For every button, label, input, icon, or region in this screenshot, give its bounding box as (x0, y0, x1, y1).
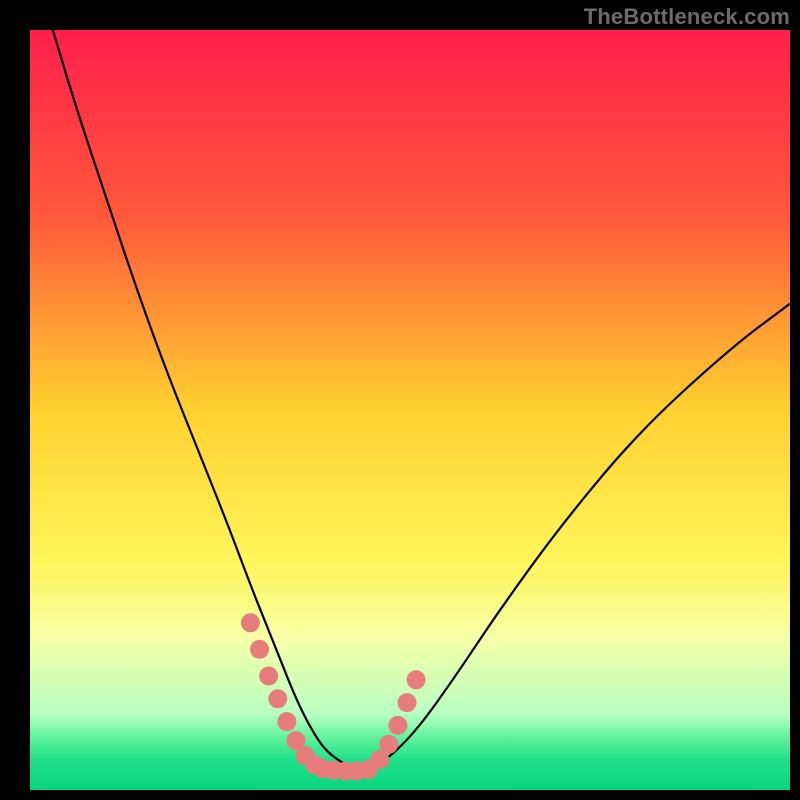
highlight-dot (241, 613, 260, 632)
watermark-text: TheBottleneck.com (584, 4, 790, 30)
highlight-dot (259, 667, 278, 686)
highlight-dot (407, 670, 426, 689)
highlight-dot (277, 712, 296, 731)
highlight-dot (250, 640, 269, 659)
highlight-dot (388, 716, 407, 735)
highlight-dot (379, 735, 398, 754)
highlight-dot (397, 693, 416, 712)
highlight-dot (268, 689, 287, 708)
chart-frame: TheBottleneck.com (0, 0, 800, 800)
chart-canvas (0, 0, 800, 800)
